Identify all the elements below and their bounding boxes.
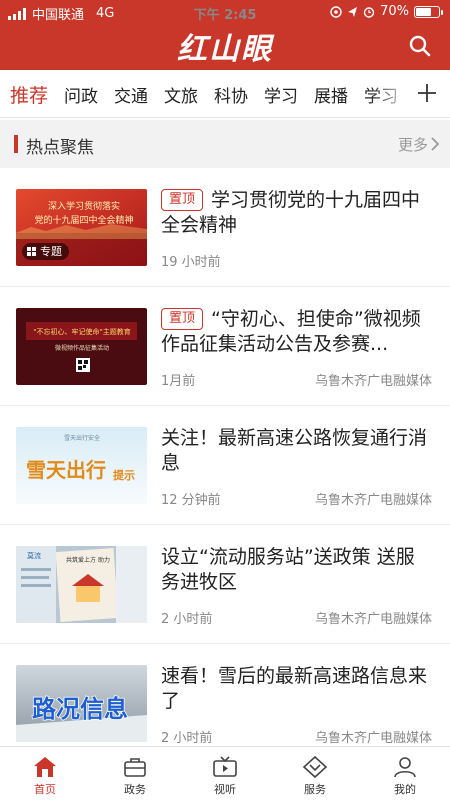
news-title: 关注！最新高速公路恢复通行消息	[161, 426, 433, 476]
news-source: 乌鲁木齐广电融媒体	[314, 731, 432, 746]
home-icon	[34, 757, 56, 777]
news-thumbnail: 雪天出行安全 雪天出行 提示	[16, 427, 147, 504]
status-bar: 中国联通 4G 下午 2:45 70%	[0, 0, 450, 24]
thumb-text: 路况信息	[32, 695, 128, 723]
app-logo: 红山眼	[177, 32, 273, 67]
location-icon	[330, 5, 342, 18]
chevron-right-icon[interactable]	[430, 137, 440, 151]
news-thumbnail: 路况信息	[16, 665, 147, 742]
thumb-text: 共筑爱上方 助力	[66, 556, 110, 564]
news-time: 2 小时前	[161, 731, 213, 746]
nav-home[interactable]: 首页	[0, 747, 90, 800]
news-time: 1月前	[161, 374, 196, 389]
news-title: 置顶 “守初心、担使命”微视频作品征集活动公告及参赛...	[161, 307, 433, 357]
section-header: 热点聚焦 更多	[0, 120, 450, 168]
news-item[interactable]: 雪天出行安全 雪天出行 提示 关注！最新高速公路恢复通行消息 12 分钟前 乌鲁…	[0, 406, 450, 525]
category-tabs: 推荐 问政 交通 文旅 科协 学习 展播 学习	[0, 70, 450, 118]
topic-badge-label: 专题	[40, 245, 62, 258]
grid-icon	[27, 247, 36, 256]
thumb-text: 莫流	[27, 551, 41, 560]
tab-wenzheng[interactable]: 问政	[64, 82, 98, 107]
thumb-text: 深入学习贯彻落实	[48, 200, 120, 212]
app-header: 中国联通 4G 下午 2:45 70% 红山眼	[0, 0, 450, 70]
tab-culture-travel[interactable]: 文旅	[164, 82, 198, 107]
search-icon[interactable]	[408, 34, 432, 58]
news-source: 乌鲁木齐广电融媒体	[314, 612, 432, 627]
news-title: 置顶 学习贯彻党的十九届四中全会精神	[161, 188, 433, 238]
section-title: 热点聚焦	[26, 138, 94, 158]
news-time: 2 小时前	[161, 612, 213, 627]
news-time: 19 小时前	[161, 255, 221, 270]
nav-label: 首页	[34, 783, 56, 796]
news-item[interactable]: 深入学习贯彻落实 党的十九届四中全会精神 专题 置顶 学习贯彻党的十九届四中全会精…	[0, 168, 450, 287]
news-thumbnail: 深入学习贯彻落实 党的十九届四中全会精神 专题	[16, 189, 147, 266]
thumb-text: "不忘初心、牢记使命"主题教育	[33, 327, 130, 336]
tv-icon	[213, 756, 237, 777]
tab-science[interactable]: 科协	[214, 82, 248, 107]
arrow-icon	[348, 6, 358, 17]
nav-label: 我的	[394, 783, 416, 796]
tab-study[interactable]: 学习	[264, 82, 298, 107]
pinned-tag: 置顶	[161, 308, 204, 330]
news-time: 12 分钟前	[161, 493, 221, 508]
nav-government[interactable]: 政务	[90, 747, 180, 800]
news-source: 乌鲁木齐广电融媒体	[314, 374, 432, 389]
nav-media[interactable]: 视听	[180, 747, 270, 800]
tab-broadcast[interactable]: 展播	[314, 82, 348, 107]
news-title: 设立“流动服务站”送政策 送服务进牧区	[161, 545, 433, 595]
pinned-tag: 置顶	[161, 189, 204, 211]
tab-traffic[interactable]: 交通	[114, 82, 148, 107]
section-accent-bar	[14, 135, 18, 153]
news-thumbnail: "不忘初心、牢记使命"主题教育 微视频作品征集活动	[16, 308, 147, 385]
nav-label: 视听	[214, 783, 236, 796]
topic-badge: 专题	[22, 243, 69, 260]
alarm-icon	[363, 6, 375, 18]
news-item[interactable]: 莫流 共筑爱上方 助力 设立“流动服务站”送政策 送服务进牧区 2 小时前 乌鲁…	[0, 525, 450, 644]
thumb-text: 雪天出行	[26, 458, 106, 482]
nav-profile[interactable]: 我的	[360, 747, 450, 800]
news-item[interactable]: "不忘初心、牢记使命"主题教育 微视频作品征集活动 置顶 “守初心、担使命”微视频…	[0, 287, 450, 406]
tab-recommend[interactable]: 推荐	[10, 81, 48, 108]
bottom-nav: 首页 政务 视听 服务 我的	[0, 746, 450, 800]
nav-label: 政务	[124, 783, 146, 796]
battery-percent: 70%	[380, 4, 409, 19]
news-source: 乌鲁木齐广电融媒体	[314, 493, 432, 508]
thumb-text: 提示	[113, 468, 135, 482]
news-title-text: 关注！最新高速公路恢复通行消息	[161, 427, 428, 474]
nav-label: 服务	[304, 783, 326, 796]
battery-icon	[414, 5, 443, 18]
news-title-text: 设立“流动服务站”送政策 送服务进牧区	[161, 546, 415, 593]
plus-icon[interactable]	[414, 80, 440, 106]
news-title: 速看！雪后的最新高速路信息来了	[161, 664, 433, 714]
thumb-text: 微视频作品征集活动	[55, 344, 109, 352]
nav-service[interactable]: 服务	[270, 747, 360, 800]
news-title-text: 速看！雪后的最新高速路信息来了	[161, 665, 428, 712]
briefcase-icon	[124, 758, 146, 777]
more-link[interactable]: 更多	[398, 134, 428, 155]
news-thumbnail: 莫流 共筑爱上方 助力	[16, 546, 147, 623]
thumb-text: 党的十九届四中全会精神	[34, 214, 133, 226]
thumb-text: 雪天出行安全	[64, 434, 100, 442]
tab-fade	[370, 70, 420, 117]
user-icon	[394, 757, 416, 778]
diamond-icon	[302, 755, 328, 779]
